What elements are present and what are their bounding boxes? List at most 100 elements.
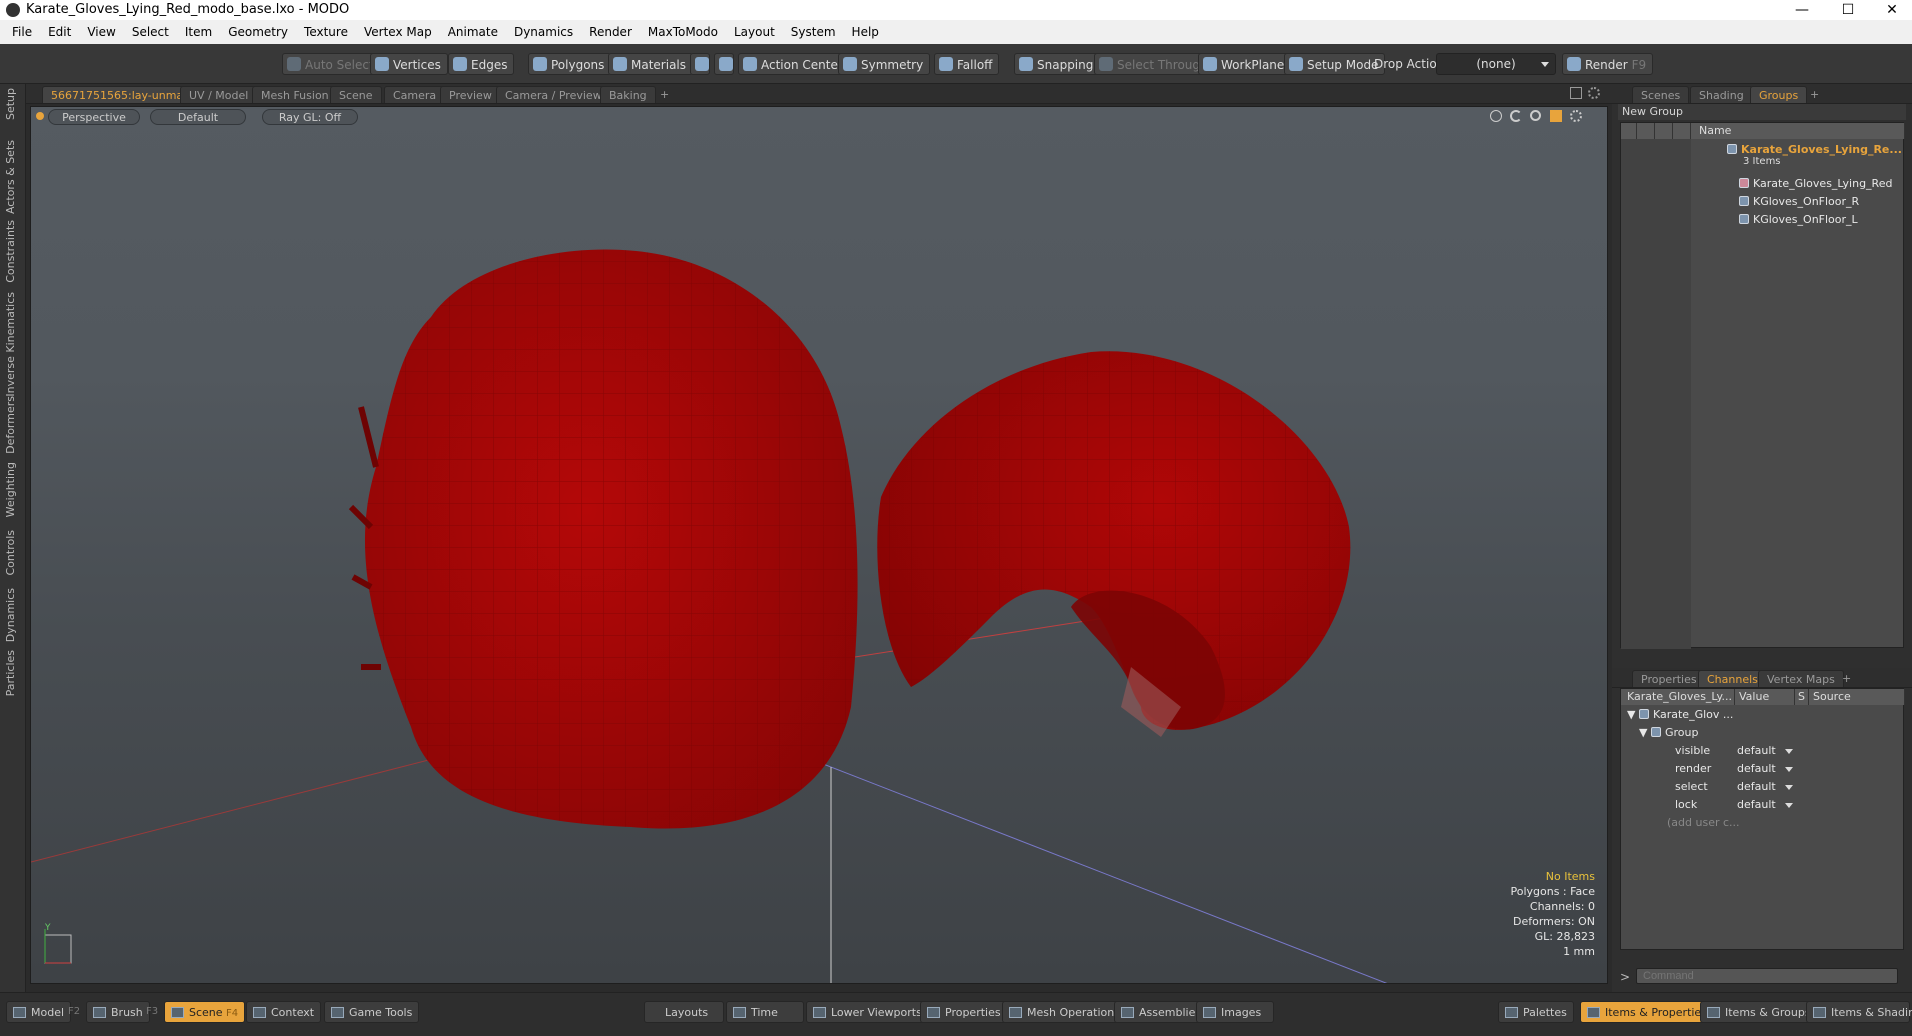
render-button[interactable]: Render F9 — [1562, 53, 1654, 75]
tab-inverse-kinematics[interactable]: Inverse Kinematics — [4, 292, 17, 397]
items-properties-button[interactable]: Items & Properties — [1580, 1001, 1714, 1023]
polygons-button[interactable]: Polygons — [528, 53, 612, 75]
drop-action-select[interactable]: (none) — [1436, 53, 1556, 75]
time-button[interactable]: Time — [726, 1001, 804, 1023]
tab-camera-preview[interactable]: Camera / Preview — [496, 86, 611, 103]
items-shading-button[interactable]: Items & Shading — [1806, 1001, 1912, 1023]
menu-render[interactable]: Render — [581, 20, 640, 44]
menu-select[interactable]: Select — [124, 20, 177, 44]
tab-scenes[interactable]: Scenes — [1632, 86, 1690, 103]
new-group-button[interactable]: New Group — [1618, 104, 1906, 120]
menu-view[interactable]: View — [79, 20, 123, 44]
menu-edit[interactable]: Edit — [40, 20, 79, 44]
symmetry-button[interactable]: Symmetry — [838, 53, 931, 75]
menu-item[interactable]: Item — [177, 20, 220, 44]
menu-system[interactable]: System — [783, 20, 844, 44]
setup-mode-button[interactable]: Setup Mode — [1284, 53, 1386, 75]
tab-shading[interactable]: Shading — [1690, 86, 1753, 103]
tab-mesh-fusion[interactable]: Mesh Fusion — [252, 86, 338, 103]
menu-dynamics[interactable]: Dynamics — [506, 20, 581, 44]
tab-groups[interactable]: Groups — [1750, 86, 1808, 103]
tab-weighting[interactable]: Weighting — [4, 462, 17, 517]
edges-button[interactable]: Edges — [448, 53, 515, 75]
mesh-operations-button[interactable]: Mesh Operations — [1002, 1001, 1127, 1023]
context-layout-button[interactable]: Context — [246, 1001, 322, 1023]
vertices-button[interactable]: Vertices — [370, 53, 448, 75]
menu-vertex-map[interactable]: Vertex Map — [356, 20, 440, 44]
rotate-icon[interactable] — [1510, 110, 1522, 122]
tab-layout-unmax[interactable]: 56671751565:lay-unmax — [42, 86, 199, 103]
menu-geometry[interactable]: Geometry — [220, 20, 296, 44]
images-button[interactable]: Images — [1196, 1001, 1274, 1023]
fit-icon[interactable] — [1550, 110, 1562, 122]
command-input[interactable] — [1636, 968, 1898, 984]
auto-select-button[interactable]: Auto Select — [282, 53, 381, 75]
tab-vertex-maps[interactable]: Vertex Maps — [1758, 670, 1844, 687]
add-properties-tab-button[interactable]: + — [1834, 670, 1859, 687]
tab-channels[interactable]: Channels — [1698, 670, 1767, 687]
select-mode-b-button[interactable] — [714, 53, 734, 75]
tab-controls[interactable]: Controls — [4, 530, 17, 576]
tab-camera[interactable]: Camera — [384, 86, 446, 103]
viewport-gear-icon[interactable] — [1570, 110, 1582, 122]
layouts-button[interactable]: Layouts — [644, 1001, 724, 1023]
add-tab-button[interactable]: + — [652, 86, 677, 103]
list-item[interactable]: Karate_Gloves_Lying_Red — [1739, 175, 1892, 193]
shading-default-button[interactable]: Default — [150, 109, 246, 125]
tab-dynamics[interactable]: Dynamics — [4, 588, 17, 642]
channel-root-row[interactable]: ▼ Karate_Glov ... — [1627, 706, 1733, 724]
properties-button[interactable]: Properties — [920, 1001, 1008, 1023]
palettes-button[interactable]: Palettes — [1498, 1001, 1574, 1023]
tab-particles[interactable]: Particles — [4, 650, 17, 696]
minimize-button[interactable]: — — [1780, 0, 1824, 20]
brush-layout-button[interactable]: Brush — [86, 1001, 150, 1023]
menu-help[interactable]: Help — [844, 20, 887, 44]
menu-file[interactable]: File — [4, 20, 40, 44]
tab-uv-model[interactable]: UV / Model — [180, 86, 258, 103]
add-user-channel[interactable]: (add user c... — [1667, 814, 1740, 832]
pan-icon[interactable] — [1490, 110, 1502, 122]
select-mode-a-button[interactable] — [690, 53, 710, 75]
select-through-button[interactable]: Select Through — [1094, 53, 1215, 75]
menu-animate[interactable]: Animate — [440, 20, 506, 44]
tab-preview[interactable]: Preview — [440, 86, 501, 103]
channel-value-select[interactable]: default — [1737, 778, 1793, 796]
tab-actors-sets[interactable]: Actors & Sets — [4, 140, 17, 214]
game-tools-layout-button[interactable]: Game Tools — [324, 1001, 420, 1023]
glove-left-mesh[interactable] — [348, 249, 858, 829]
channel-value-select[interactable]: default — [1737, 760, 1793, 778]
list-item[interactable]: KGloves_OnFloor_L — [1739, 211, 1858, 229]
assemblies-button[interactable]: Assemblies — [1114, 1001, 1209, 1023]
close-button[interactable]: ✕ — [1870, 0, 1912, 20]
items-groups-button[interactable]: Items & Groups — [1700, 1001, 1818, 1023]
snapping-button[interactable]: Snapping — [1014, 53, 1101, 75]
view-perspective-button[interactable]: Perspective — [48, 109, 140, 125]
list-item[interactable]: KGloves_OnFloor_R — [1739, 193, 1859, 211]
channel-group-row[interactable]: ▼ Group — [1639, 724, 1698, 742]
menu-layout[interactable]: Layout — [726, 20, 783, 44]
channel-value-select[interactable]: default — [1737, 796, 1793, 814]
add-scene-tab-button[interactable]: + — [1802, 86, 1827, 103]
model-layout-button[interactable]: Model — [6, 1001, 72, 1023]
glove-right-mesh[interactable] — [877, 351, 1351, 737]
zoom-icon[interactable] — [1530, 110, 1541, 121]
falloff-button[interactable]: Falloff — [934, 53, 1000, 75]
maximize-viewport-icon[interactable] — [1570, 87, 1582, 99]
viewport-options-icon[interactable] — [36, 112, 44, 120]
maximize-button[interactable]: ☐ — [1826, 0, 1870, 20]
menu-maxtomodo[interactable]: MaxToModo — [640, 20, 726, 44]
tab-constraints[interactable]: Constraints — [4, 220, 17, 283]
workplane-button[interactable]: WorkPlane — [1198, 53, 1292, 75]
tab-setup[interactable]: Setup — [4, 88, 17, 120]
viewport-scene[interactable] — [31, 107, 1608, 984]
tab-deformers[interactable]: Deformers — [4, 396, 17, 454]
lower-viewports-button[interactable]: Lower Viewports — [806, 1001, 929, 1023]
channel-value-select[interactable]: default — [1737, 742, 1793, 760]
raygl-button[interactable]: Ray GL: Off — [262, 109, 358, 125]
gear-icon[interactable] — [1588, 87, 1600, 99]
scene-layout-button[interactable]: Scene F4 — [164, 1001, 246, 1023]
menu-texture[interactable]: Texture — [296, 20, 356, 44]
3d-viewport[interactable]: Y No Items Polygons : Face Channels: 0 D… — [30, 106, 1608, 984]
tab-baking[interactable]: Baking — [600, 86, 656, 103]
tab-properties[interactable]: Properties — [1632, 670, 1706, 687]
